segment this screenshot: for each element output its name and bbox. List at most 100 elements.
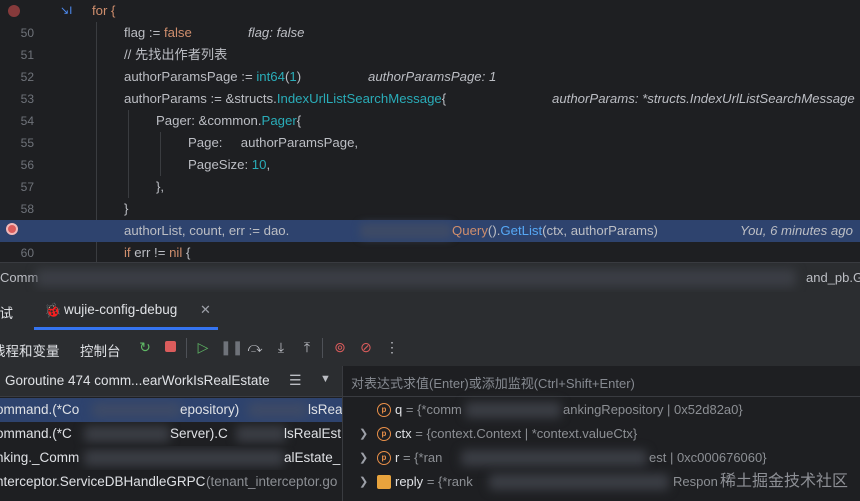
rerun-icon[interactable]: ↻ [136,338,154,356]
eval-placeholder: 对表达式求值(Enter)或添加监视(Ctrl+Shift+Enter) [351,376,635,391]
variable-value: = {*comm [405,402,462,417]
breadcrumb-right[interactable]: and_pb.G [806,270,860,285]
line-number: 55 [20,136,34,150]
redacted-region [248,402,308,418]
code-text: authorList, count, err := dao. [124,223,290,238]
chevron-down-icon[interactable]: ▼ [320,373,331,385]
tab-threads-variables[interactable]: 线程和变量 [0,340,60,360]
code-line[interactable]: 52 authorParamsPage := int64(1) authorPa… [0,66,860,88]
code-line[interactable]: 57 }, [0,176,860,198]
code-line[interactable]: 55 Page: authorParamsPage, [0,132,860,154]
breadcrumb-left[interactable]: Comm [0,270,38,285]
tab-debug-config[interactable]: 🐞 wujie-config-debug ✕ [34,292,218,330]
variables-panel: 对表达式求值(Enter)或添加监视(Ctrl+Shift+Enter) p q… [343,366,860,501]
struct-icon [377,475,391,489]
git-blame-annotation: You, 6 minutes ago [740,223,853,238]
list-filter-icon[interactable]: ☰ [289,372,302,389]
code-line[interactable]: ↘I for { [0,0,860,22]
inline-value: flag: false [248,25,305,40]
tab-console[interactable]: 控制台 [80,340,121,360]
goroutine-selector[interactable]: Goroutine 474 comm...earWorkIsRealEstate… [0,366,342,397]
stack-frame[interactable]: nking._Comm alEstate_ [0,446,342,470]
code-line[interactable]: 53 authorParams := &structs.IndexUrlList… [0,88,860,110]
line-number: 58 [20,202,34,216]
variable-name: reply [395,474,424,489]
breakpoint-icon[interactable] [8,5,20,17]
step-out-icon[interactable]: ⤒ [298,338,316,356]
chevron-right-icon[interactable]: ❯ [359,422,368,446]
line-number: 57 [20,180,34,194]
variable-name: r [395,450,400,465]
code-line[interactable]: 56 PageSize: 10, [0,154,860,176]
view-breakpoints-icon[interactable]: ⊚ [331,338,349,356]
variable-name: q [395,402,403,417]
evaluate-expression-field[interactable]: 对表达式求值(Enter)或添加监视(Ctrl+Shift+Enter) [343,366,860,397]
line-number: 53 [20,92,34,106]
redacted-region [360,223,452,239]
step-into-icon[interactable]: ⤓ [272,338,290,356]
debug-title: 调试 [0,306,13,321]
variable-value: = {*ran [402,450,443,465]
code-line[interactable]: 50 flag := false flag: false [0,22,860,44]
redacted-region [84,450,284,466]
close-icon[interactable]: ✕ [200,302,211,318]
field-icon: p [377,451,391,465]
stack-frame[interactable]: nterceptor.ServiceDBHandleGRPC (tenant_i… [0,470,342,494]
variable-row[interactable]: ❯ p ctx = {context.Context | *context.va… [343,422,860,446]
line-number: 50 [20,26,34,40]
variable-value-tail: Respon [673,474,718,489]
frames-panel: Goroutine 474 comm...earWorkIsRealEstate… [0,366,343,501]
field-icon: p [377,427,391,441]
mute-breakpoints-icon[interactable]: ⊘ [357,338,375,356]
resume-icon[interactable]: ▷ [194,338,212,356]
code-line[interactable]: 60 if err != nil { [0,242,860,262]
inline-value: authorParamsPage: 1 [368,69,497,84]
line-number: 51 [20,48,34,62]
tab-label: wujie-config-debug [64,302,178,317]
variable-row[interactable]: p q = {*comm ankingRepository | 0x52d82a… [343,398,860,422]
code-text: Page: authorParamsPage, [188,135,359,150]
redacted-region [84,426,170,442]
redacted-region [489,474,669,490]
goroutine-label: Goroutine 474 comm...earWorkIsRealEstate [5,373,270,388]
step-into-icon: ↘I [60,5,73,17]
code-line[interactable]: 51 // 先找出作者列表 [0,44,860,66]
debug-toolbar: 线程和变量 控制台 ↻ ▷ ❚❚ ⤼ ⤓ ⤒ ⊚ ⊘ ⋮ [0,330,860,367]
divider [322,338,323,358]
chevron-right-icon[interactable]: ❯ [359,470,368,494]
redacted-region [92,402,182,418]
step-over-icon[interactable]: ⤼ [246,338,264,356]
field-icon: p [377,403,391,417]
current-execution-line[interactable]: authorList, count, err := dao. Query().G… [0,220,860,242]
stack-frame[interactable]: ommand.(*Co epository) lsRea [0,398,342,422]
variable-value: = {*rank [426,474,473,489]
watermark: 稀土掘金技术社区 [719,473,848,490]
redacted-region [461,450,647,466]
redacted-region [236,426,286,442]
code-line[interactable]: 58 } [0,198,860,220]
breadcrumb-bar[interactable]: Comm and_pb.G [0,262,860,293]
inline-value: authorParams: *structs.IndexUrlListSearc… [552,91,855,106]
variable-value-tail: ankingRepository | 0x52d82a0} [563,402,743,417]
code-comment: // 先找出作者列表 [124,47,228,62]
go-debug-icon: 🐞 [44,302,62,318]
code-editor[interactable]: ↘I for { 50 flag := false flag: false 51… [0,0,860,262]
redacted-region [465,402,561,418]
line-number: 56 [20,158,34,172]
divider [186,338,187,358]
line-number: 54 [20,114,34,128]
code-text: } [124,201,129,216]
line-number: 60 [20,246,34,260]
variable-value: = {context.Context | *context.valueCtx} [415,426,638,441]
more-options-icon[interactable]: ⋮ [383,338,401,356]
code-text: for { [92,3,116,18]
stop-icon[interactable] [161,338,179,356]
line-number: 52 [20,70,34,84]
breakpoint-hit-icon[interactable] [6,223,18,235]
pause-icon[interactable]: ❚❚ [220,338,243,356]
variable-name: ctx [395,426,412,441]
chevron-right-icon[interactable]: ❯ [359,446,368,470]
stack-frame[interactable]: ommand.(*C Server).C lsRealEst [0,422,342,446]
code-line[interactable]: 54 Pager: &common.Pager{ [0,110,860,132]
code-text: }, [156,179,165,194]
